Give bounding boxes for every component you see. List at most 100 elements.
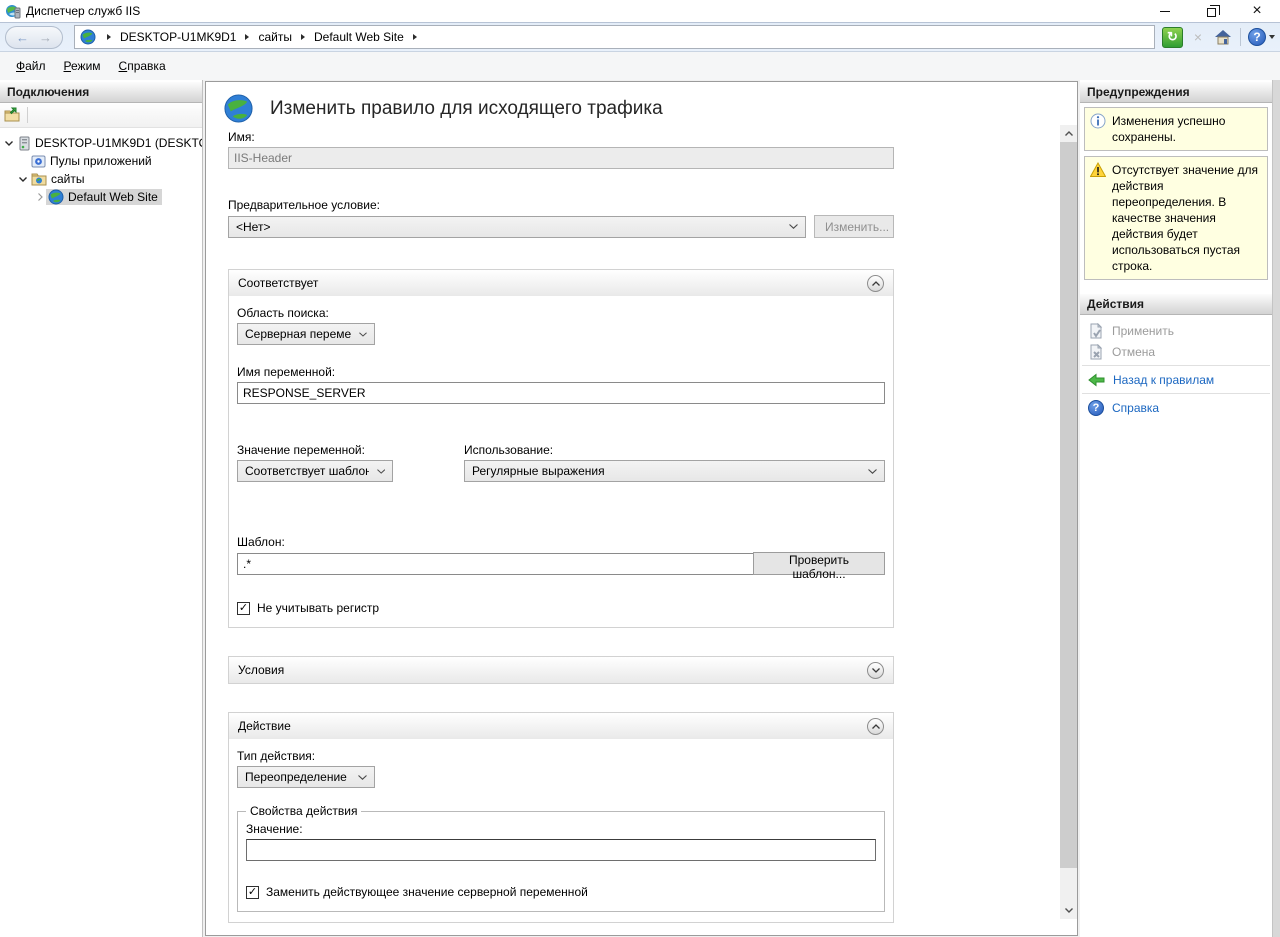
restore-icon xyxy=(1207,8,1216,17)
panel-scroll-strip[interactable] xyxy=(1272,80,1280,937)
breadcrumb-separator-icon xyxy=(245,34,249,40)
help-label: Справка xyxy=(1112,401,1159,415)
home-button[interactable] xyxy=(1213,27,1233,47)
breadcrumb-item-default-web-site[interactable]: Default Web Site xyxy=(312,30,406,44)
tree-item-default-web-site-label: Default Web Site xyxy=(68,190,158,204)
warning-icon xyxy=(1090,162,1106,274)
variable-name-input[interactable] xyxy=(237,382,885,404)
action-properties-group: Свойства действия Значение: ✓ Заменить д… xyxy=(237,804,885,912)
action-value-input[interactable] xyxy=(246,839,876,861)
close-icon: × xyxy=(1252,3,1261,19)
apply-label: Применить xyxy=(1112,324,1174,338)
rule-name-input[interactable] xyxy=(228,147,894,169)
collapse-section-button[interactable] xyxy=(867,275,884,292)
tree-item-app-pools[interactable]: Пулы приложений xyxy=(0,152,202,170)
stop-icon: × xyxy=(1194,29,1202,45)
scrollbar-thumb[interactable] xyxy=(1060,142,1077,868)
connections-tree: DESKTOP-U1MK9D1 (DESKTOP Пулы приложений xyxy=(0,128,202,206)
menu-file[interactable]: Файл xyxy=(7,55,55,77)
forward-button[interactable]: → xyxy=(39,30,52,45)
alert-warning: Отсутствует значение для действия переоп… xyxy=(1084,156,1268,280)
connections-toolbar xyxy=(0,103,202,128)
info-icon xyxy=(1090,113,1106,145)
cancel-button[interactable]: Отмена xyxy=(1080,341,1272,362)
menu-help-accel: С xyxy=(119,59,128,73)
chevron-up-icon xyxy=(872,724,880,729)
breadcrumb-item-sites[interactable]: сайты xyxy=(256,30,294,44)
expand-section-button[interactable] xyxy=(867,662,884,679)
breadcrumb[interactable]: DESKTOP-U1MK9D1 сайты Default Web Site xyxy=(74,25,1155,49)
back-to-rules-link[interactable]: Назад к правилам xyxy=(1080,369,1272,390)
chevron-expanded-icon[interactable] xyxy=(3,141,15,146)
actions-header: Действия xyxy=(1080,294,1272,315)
apply-button[interactable]: Применить xyxy=(1080,320,1272,341)
refresh-button[interactable]: ↻ xyxy=(1162,27,1183,48)
alert-success-text: Изменения успешно сохранены. xyxy=(1112,113,1263,145)
window-title: Диспетчер служб IIS xyxy=(26,4,140,18)
test-pattern-button[interactable]: Проверить шаблон... xyxy=(753,552,885,575)
alert-success: Изменения успешно сохранены. xyxy=(1084,107,1268,151)
chevron-down-icon xyxy=(377,469,385,474)
scope-value: Серверная переменн xyxy=(245,327,351,341)
back-arrow-icon xyxy=(1088,373,1105,387)
pattern-input[interactable] xyxy=(237,553,753,575)
menu-view[interactable]: Режим xyxy=(55,55,110,77)
help-link[interactable]: ? Справка xyxy=(1080,397,1272,418)
checkmark-icon: ✓ xyxy=(248,887,257,898)
tree-item-sites-label: сайты xyxy=(51,172,85,186)
chevron-down-icon xyxy=(358,775,367,780)
precondition-select[interactable]: <Нет> xyxy=(228,216,806,238)
breadcrumb-separator-icon xyxy=(301,34,305,40)
action-value-label: Значение: xyxy=(246,822,876,836)
using-select[interactable]: Регулярные выражения xyxy=(464,460,885,482)
vertical-scrollbar[interactable] xyxy=(1060,125,1077,919)
tree-item-app-pools-label: Пулы приложений xyxy=(50,154,152,168)
scrollbar-track[interactable] xyxy=(1060,142,1077,902)
site-globe-icon xyxy=(80,29,96,45)
close-button[interactable]: × xyxy=(1234,0,1280,22)
help-menu-button[interactable]: ? xyxy=(1248,28,1275,46)
create-connection-icon[interactable] xyxy=(4,107,21,123)
tree-item-default-web-site[interactable]: Default Web Site xyxy=(0,188,202,206)
scroll-up-button[interactable] xyxy=(1060,125,1077,142)
action-type-select[interactable]: Переопределение xyxy=(237,766,375,788)
replace-value-label: Заменить действующее значение серверной … xyxy=(266,885,588,899)
chevron-expanded-icon[interactable] xyxy=(17,177,29,182)
menu-file-accel: Ф xyxy=(16,59,25,73)
divider xyxy=(1082,365,1270,366)
address-bar: ← → DESKTOP-U1MK9D1 сайты Default Web Si… xyxy=(0,22,1280,52)
chevron-collapsed-icon[interactable] xyxy=(34,193,46,201)
pattern-label: Шаблон: xyxy=(237,535,885,549)
iis-app-icon xyxy=(5,3,21,19)
ignore-case-label: Не учитывать регистр xyxy=(257,601,379,615)
edit-precondition-button[interactable]: Изменить... xyxy=(814,215,894,238)
match-section: Соответствует Область поиска: Серверная … xyxy=(228,269,894,628)
scope-select[interactable]: Серверная переменн xyxy=(237,323,375,345)
ignore-case-checkbox[interactable]: ✓ xyxy=(237,602,250,615)
precondition-value: <Нет> xyxy=(236,220,270,234)
conditions-section-title: Условия xyxy=(238,663,284,677)
back-button[interactable]: ← xyxy=(16,30,29,45)
restore-button[interactable] xyxy=(1188,0,1234,22)
sites-folder-icon xyxy=(31,172,47,186)
cancel-icon xyxy=(1088,344,1104,360)
replace-value-checkbox[interactable]: ✓ xyxy=(246,886,259,899)
tree-item-server[interactable]: DESKTOP-U1MK9D1 (DESKTOP xyxy=(0,134,202,152)
operation-select[interactable]: Соответствует шаблону xyxy=(237,460,393,482)
stop-button[interactable]: × xyxy=(1188,27,1208,47)
warnings-header: Предупреждения xyxy=(1080,82,1272,103)
chevron-down-icon xyxy=(1065,908,1073,913)
match-section-title: Соответствует xyxy=(238,276,318,290)
breadcrumb-item-server[interactable]: DESKTOP-U1MK9D1 xyxy=(118,30,238,44)
help-icon: ? xyxy=(1248,28,1266,46)
collapse-section-button[interactable] xyxy=(867,718,884,735)
scroll-down-button[interactable] xyxy=(1060,902,1077,919)
breadcrumb-separator-icon xyxy=(413,34,417,40)
checkmark-icon: ✓ xyxy=(239,603,248,614)
menu-help[interactable]: Справка xyxy=(110,55,175,77)
tree-item-sites[interactable]: сайты xyxy=(0,170,202,188)
variable-name-label: Имя переменной: xyxy=(237,365,885,379)
application-pools-icon xyxy=(31,154,46,169)
using-value: Регулярные выражения xyxy=(472,464,605,478)
minimize-button[interactable] xyxy=(1142,0,1188,22)
